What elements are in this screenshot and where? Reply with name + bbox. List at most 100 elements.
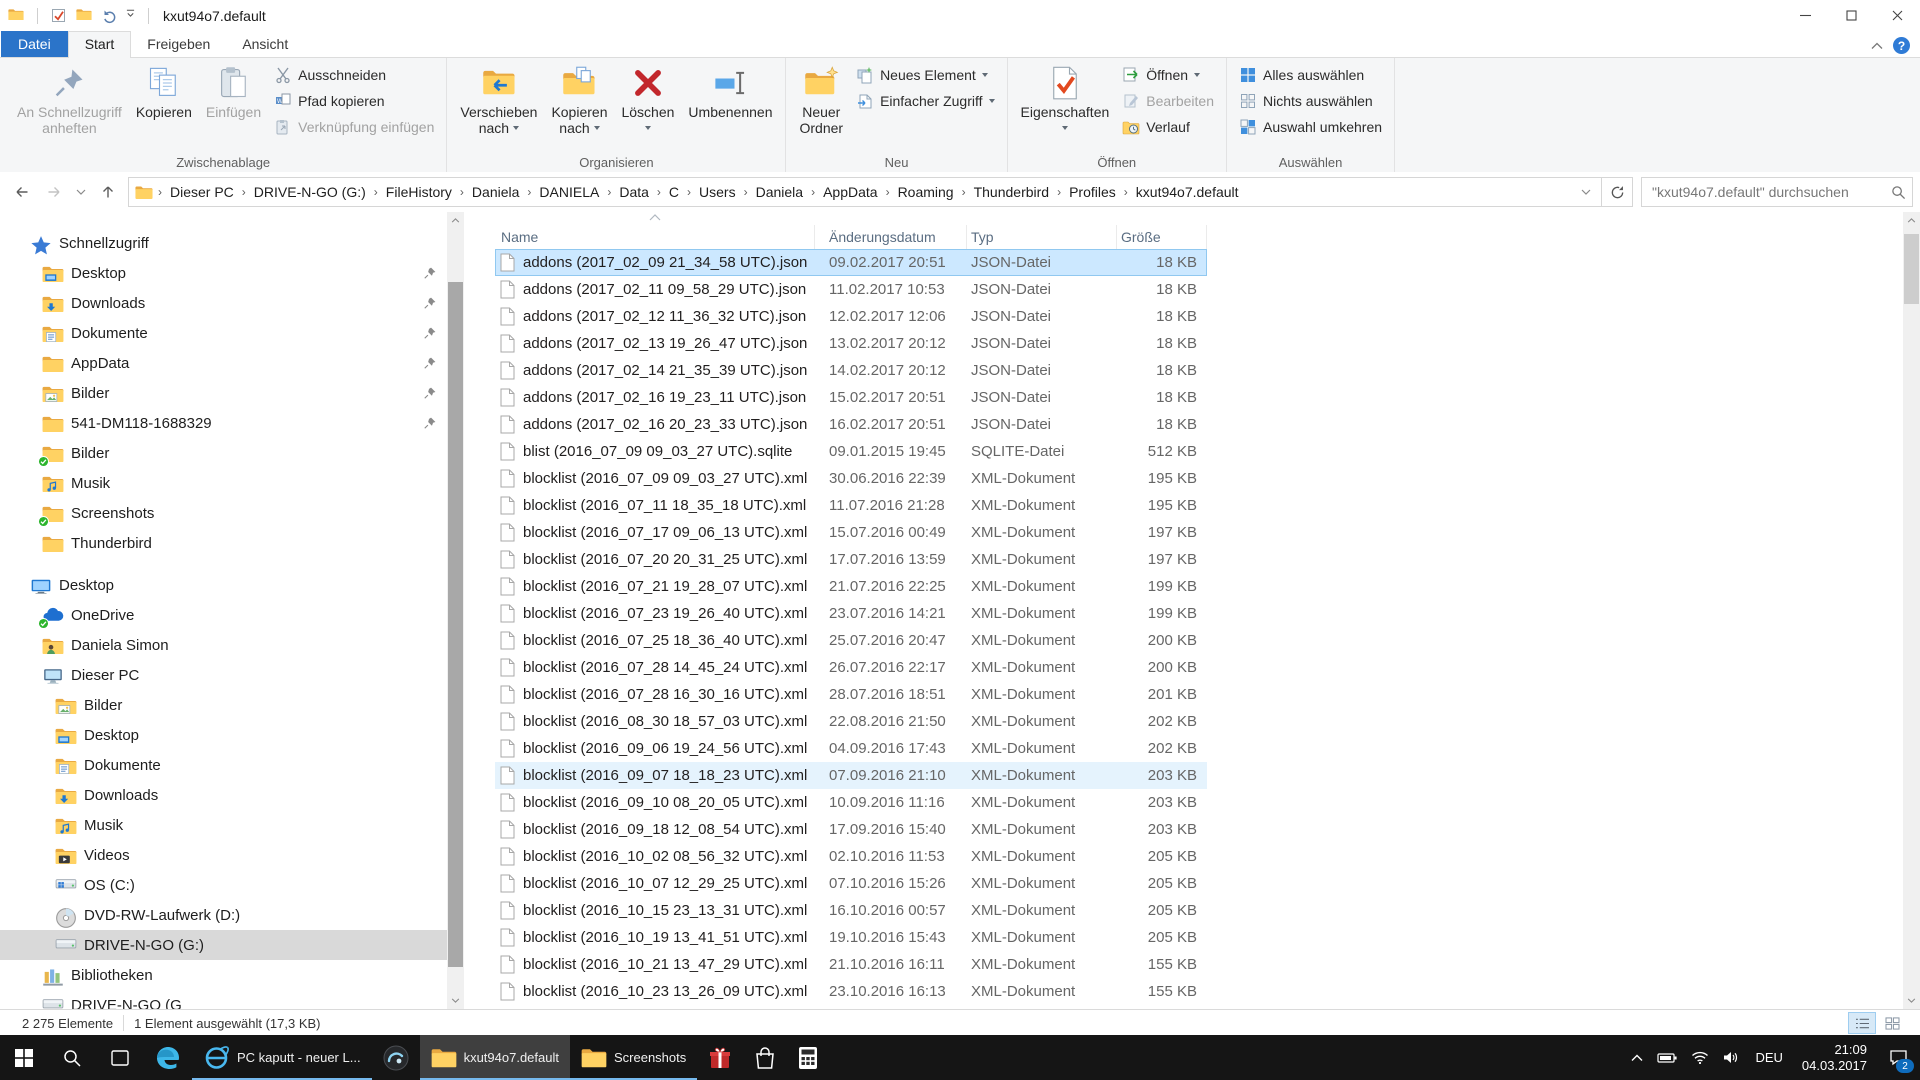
delete-button[interactable]: Löschen [615, 61, 680, 140]
sidebar-item-musik[interactable]: Musik [0, 810, 447, 840]
file-row[interactable]: blocklist (2016_10_02 08_56_32 UTC).xml0… [495, 843, 1207, 870]
copy-button[interactable]: Kopieren [130, 61, 198, 124]
column-header-size[interactable]: Größe [1117, 225, 1207, 249]
breadcrumb-separator[interactable]: › [654, 185, 664, 199]
column-header-date[interactable]: Änderungsdatum [815, 225, 967, 249]
keyboard-language[interactable]: DEU [1746, 1050, 1791, 1065]
cut-button[interactable]: Ausschneiden [268, 64, 440, 86]
breadcrumb-separator[interactable]: › [155, 185, 165, 199]
store-app-icon[interactable] [743, 1035, 787, 1080]
calculator-app-icon[interactable] [787, 1035, 829, 1080]
sidebar-item-os-c-[interactable]: OS (C:) [0, 870, 447, 900]
breadcrumb[interactable]: ›Dieser PC›DRIVE-N-GO (G:)›FileHistory›D… [128, 177, 1602, 207]
help-icon[interactable]: ? [1893, 37, 1910, 54]
qat-customize-chevron-icon[interactable] [126, 8, 135, 24]
sidebar-item-downloads[interactable]: Downloads [0, 780, 447, 810]
sidebar-item-drive-n-go-g-[interactable]: DRIVE-N-GO (G:) [0, 930, 447, 960]
sidebar-item-desktop[interactable]: Desktop [0, 570, 447, 600]
file-row[interactable]: blocklist (2016_09_07 18_18_23 UTC).xml0… [495, 762, 1207, 789]
history-button[interactable]: Verlauf [1116, 116, 1220, 138]
file-row[interactable]: blocklist (2016_10_07 12_29_25 UTC).xml0… [495, 870, 1207, 897]
breadcrumb-item[interactable]: Profiles [1064, 180, 1121, 204]
select-none-button[interactable]: Nichts auswählen [1233, 90, 1388, 112]
file-row[interactable]: blocklist (2016_07_28 14_45_24 UTC).xml2… [495, 654, 1207, 681]
breadcrumb-item[interactable]: AppData [818, 180, 882, 204]
breadcrumb-item[interactable]: kxut94o7.default [1131, 180, 1244, 204]
breadcrumb-separator[interactable]: › [371, 185, 381, 199]
file-row[interactable]: blocklist (2016_10_19 13_41_51 UTC).xml1… [495, 924, 1207, 951]
scrollbar-thumb[interactable] [448, 282, 463, 967]
file-row[interactable]: addons (2017_02_16 20_23_33 UTC).json16.… [495, 411, 1207, 438]
tab-share[interactable]: Freigeben [131, 32, 226, 57]
edit-button[interactable]: Bearbeiten [1116, 90, 1220, 112]
file-row[interactable]: blocklist (2016_07_11 18_35_18 UTC).xml1… [495, 492, 1207, 519]
file-row[interactable]: addons (2017_02_13 19_26_47 UTC).json13.… [495, 330, 1207, 357]
file-row[interactable]: addons (2017_02_11 09_58_29 UTC).json11.… [495, 276, 1207, 303]
edge-icon[interactable] [144, 1035, 192, 1080]
wifi-icon[interactable] [1684, 1035, 1716, 1080]
file-row[interactable]: blocklist (2016_07_25 18_36_40 UTC).xml2… [495, 627, 1207, 654]
thumbnails-view-button[interactable] [1878, 1012, 1906, 1034]
refresh-button[interactable] [1601, 177, 1633, 207]
breadcrumb-separator[interactable]: › [959, 185, 969, 199]
column-header-name[interactable]: Name [495, 225, 815, 249]
sidebar-item-bilder[interactable]: Bilder [0, 378, 447, 408]
tray-overflow-chevron[interactable] [1624, 1035, 1650, 1080]
tab-start[interactable]: Start [68, 31, 132, 58]
sidebar-item-appdata[interactable]: AppData [0, 348, 447, 378]
file-row[interactable]: addons (2017_02_16 19_23_11 UTC).json15.… [495, 384, 1207, 411]
file-row[interactable]: blocklist (2016_09_18 12_08_54 UTC).xml1… [495, 816, 1207, 843]
file-row[interactable]: blocklist (2016_10_23 13_26_09 UTC).xml2… [495, 978, 1207, 1005]
breadcrumb-separator[interactable]: › [741, 185, 751, 199]
file-row[interactable]: addons (2017_02_09 21_34_58 UTC).json09.… [495, 249, 1207, 276]
tab-file[interactable]: Datei [1, 31, 68, 57]
breadcrumb-item[interactable]: Users [694, 180, 741, 204]
breadcrumb-item[interactable]: FileHistory [381, 180, 457, 204]
breadcrumb-separator[interactable]: › [1054, 185, 1064, 199]
sidebar-item-dieser-pc[interactable]: Dieser PC [0, 660, 447, 690]
easy-access-button[interactable]: Einfacher Zugriff [850, 90, 1000, 112]
sidebar-item-bilder[interactable]: Bilder [0, 690, 447, 720]
start-button[interactable] [0, 1035, 48, 1080]
breadcrumb-separator[interactable]: › [524, 185, 534, 199]
undo-icon[interactable] [101, 8, 117, 24]
file-row[interactable]: blocklist (2016_07_09 09_03_27 UTC).xml3… [495, 465, 1207, 492]
move-to-button[interactable]: Verschieben nach [454, 61, 543, 140]
sidebar-item-dvd-rw-laufwerk-d-[interactable]: DVD-RW-Laufwerk (D:) [0, 900, 447, 930]
ie-window-button[interactable]: PC kaputt - neuer L... [192, 1035, 372, 1080]
file-list-scrollbar[interactable] [1903, 212, 1920, 1009]
sidebar-item-dokumente[interactable]: Dokumente [0, 318, 447, 348]
breadcrumb-separator[interactable]: › [239, 185, 249, 199]
new-item-button[interactable]: Neues Element [850, 64, 1000, 86]
scroll-up-arrow[interactable] [447, 212, 464, 229]
file-row[interactable]: addons (2017_02_14 21_35_39 UTC).json14.… [495, 357, 1207, 384]
invert-selection-button[interactable]: Auswahl umkehren [1233, 116, 1388, 138]
sidebar-item-screenshots[interactable]: Screenshots [0, 498, 447, 528]
paste-button[interactable]: Einfügen [200, 61, 267, 124]
paste-shortcut-button[interactable]: Verknüpfung einfügen [268, 116, 440, 138]
scroll-down-arrow[interactable] [447, 992, 464, 1009]
breadcrumb-separator[interactable]: › [684, 185, 694, 199]
scroll-down-arrow[interactable] [1903, 992, 1920, 1009]
pin-to-quick-access-button[interactable]: An Schnellzugriff anheften [11, 61, 128, 140]
column-header-type[interactable]: Typ [967, 225, 1117, 249]
file-row[interactable]: blocklist (2016_07_23 19_26_40 UTC).xml2… [495, 600, 1207, 627]
breadcrumb-item[interactable]: Daniela [751, 180, 808, 204]
breadcrumb-separator[interactable]: › [883, 185, 893, 199]
breadcrumb-separator[interactable]: › [604, 185, 614, 199]
sidebar-item-downloads[interactable]: Downloads [0, 288, 447, 318]
file-row[interactable]: addons (2017_02_12 11_36_32 UTC).json12.… [495, 303, 1207, 330]
explorer-window-kxut94o7[interactable]: kxut94o7.default [420, 1035, 570, 1080]
breadcrumb-separator[interactable]: › [1121, 185, 1131, 199]
tab-view[interactable]: Ansicht [226, 32, 304, 57]
copy-to-button[interactable]: Kopieren nach [545, 61, 613, 140]
sidebar-item-bibliotheken[interactable]: Bibliotheken [0, 960, 447, 990]
details-view-button[interactable] [1848, 1012, 1876, 1034]
breadcrumb-item[interactable]: Roaming [893, 180, 959, 204]
sidebar-item-schnellzugriff[interactable]: Schnellzugriff [0, 228, 447, 258]
rename-button[interactable]: Umbenennen [682, 61, 778, 124]
collapse-ribbon-icon[interactable] [1871, 42, 1883, 50]
sidebar-item-dokumente[interactable]: Dokumente [0, 750, 447, 780]
sidebar-item-videos[interactable]: Videos [0, 840, 447, 870]
address-dropdown-chevron[interactable] [1573, 189, 1599, 195]
